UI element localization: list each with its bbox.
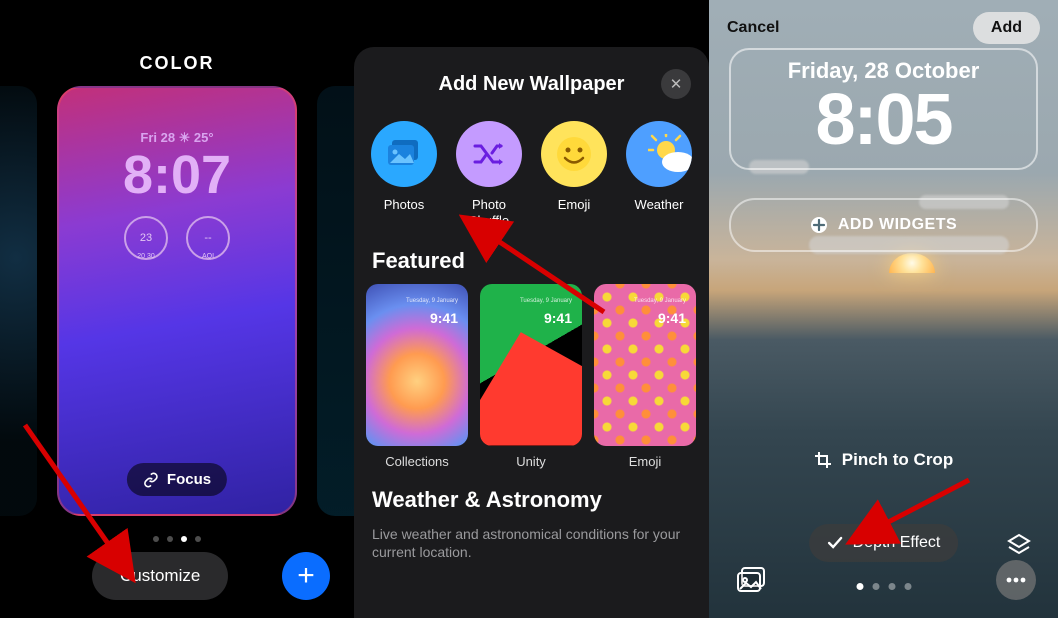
depth-effect-button[interactable]: Depth Effect (809, 524, 959, 562)
next-wallpaper-card[interactable] (317, 86, 354, 516)
add-widgets-button[interactable]: ADD WIDGETS (729, 198, 1038, 252)
link-icon (143, 472, 159, 488)
color-heading: COLOR (0, 0, 354, 74)
featured-thumb: Tuesday, 9 January 9:41 (594, 284, 696, 446)
featured-unity[interactable]: Tuesday, 9 January 9:41 Unity (480, 284, 582, 469)
current-wallpaper-card[interactable]: Fri 28 ☀ 25° 8:07 23 20 30 -- AQI Focus (57, 86, 297, 516)
lock-date: Fri 28 ☀ 25° (59, 130, 295, 146)
add-widgets-label: ADD WIDGETS (838, 216, 957, 234)
date-time-box[interactable]: Friday, 28 October 8:05 (729, 48, 1038, 170)
focus-label: Focus (167, 471, 211, 488)
shuffle-icon (456, 121, 522, 187)
category-label: Photos (366, 197, 442, 213)
category-emoji[interactable]: Emoji (536, 121, 612, 230)
crop-icon (814, 451, 832, 469)
category-label: Photo Shuffle (451, 197, 527, 230)
weather-heading: Weather & Astronomy (354, 469, 709, 523)
thumb-date: Tuesday, 9 January (406, 298, 458, 304)
thumb-date: Tuesday, 9 January (520, 298, 572, 304)
featured-label: Unity (480, 454, 582, 469)
featured-label: Emoji (594, 454, 696, 469)
check-icon (827, 535, 843, 551)
featured-heading: Featured (354, 230, 709, 284)
sheet-header: Add New Wallpaper ✕ (354, 47, 709, 99)
customize-button[interactable]: Customize (92, 552, 228, 600)
lock-time: 8:05 (731, 84, 1036, 160)
cancel-button[interactable]: Cancel (727, 19, 779, 37)
emoji-icon (541, 121, 607, 187)
featured-collections[interactable]: Tuesday, 9 January 9:41 Collections (366, 284, 468, 469)
weather-widget-value: 23 (140, 232, 152, 244)
close-icon: ✕ (670, 75, 683, 93)
featured-row: Tuesday, 9 January 9:41 Collections Tues… (354, 284, 709, 469)
aqi-widget-sub: AQI (202, 253, 214, 260)
ellipsis-icon (1006, 577, 1026, 583)
layers-icon (1006, 532, 1032, 558)
editor-top-bar: Cancel Add (709, 12, 1058, 44)
aqi-widget[interactable]: -- AQI (186, 216, 230, 260)
plus-circle-icon (810, 216, 828, 234)
page-dots (856, 583, 911, 590)
featured-thumb: Tuesday, 9 January 9:41 (480, 284, 582, 446)
thumb-time: 9:41 (430, 310, 458, 326)
add-button[interactable]: Add (973, 12, 1040, 44)
category-photo-shuffle[interactable]: Photo Shuffle (451, 121, 527, 230)
weather-subtext: Live weather and astronomical conditions… (354, 523, 709, 575)
category-label: Weather (621, 197, 697, 213)
pinch-to-crop-hint: Pinch to Crop (709, 450, 1058, 470)
layers-button[interactable] (1002, 528, 1036, 562)
category-weather[interactable]: Weather (621, 121, 697, 230)
lock-time: 8:07 (59, 148, 295, 202)
sheet-title: Add New Wallpaper (402, 73, 661, 96)
weather-widget[interactable]: 23 20 30 (124, 216, 168, 260)
weather-icon (626, 121, 692, 187)
sun-graphic (889, 253, 935, 273)
aqi-widget-value: -- (204, 232, 211, 244)
depth-label: Depth Effect (853, 534, 941, 552)
category-photos[interactable]: Photos (366, 121, 442, 230)
photos-icon (736, 567, 766, 593)
screen-wallpaper-editor: Cancel Add Friday, 28 October 8:05 ADD W… (709, 0, 1058, 618)
close-button[interactable]: ✕ (661, 69, 691, 99)
prev-wallpaper-card[interactable] (0, 86, 37, 516)
screen-lock-customize: COLOR Fri 28 ☀ 25° 8:07 23 20 30 -- AQI … (0, 0, 354, 618)
focus-button[interactable]: Focus (127, 463, 227, 496)
category-row: Photos Photo Shuffle Emoji Weather (354, 99, 709, 230)
lock-widgets-row: 23 20 30 -- AQI (59, 216, 295, 260)
featured-thumb: Tuesday, 9 January 9:41 (366, 284, 468, 446)
pinch-label: Pinch to Crop (842, 450, 953, 470)
add-wallpaper-button[interactable]: + (282, 552, 330, 600)
screen-add-wallpaper: Add New Wallpaper ✕ Photos Photo Shuffle… (354, 47, 709, 618)
photos-picker-button[interactable] (731, 560, 771, 600)
category-label: Emoji (536, 197, 612, 213)
plus-icon: + (297, 559, 315, 593)
thumb-time: 9:41 (658, 310, 686, 326)
page-dots (153, 536, 201, 542)
thumb-date: Tuesday, 9 January (634, 298, 686, 304)
more-button[interactable] (996, 560, 1036, 600)
photos-icon (371, 121, 437, 187)
weather-widget-sub: 20 30 (137, 253, 155, 260)
featured-emoji[interactable]: Tuesday, 9 January 9:41 Emoji (594, 284, 696, 469)
featured-label: Collections (366, 454, 468, 469)
thumb-time: 9:41 (544, 310, 572, 326)
